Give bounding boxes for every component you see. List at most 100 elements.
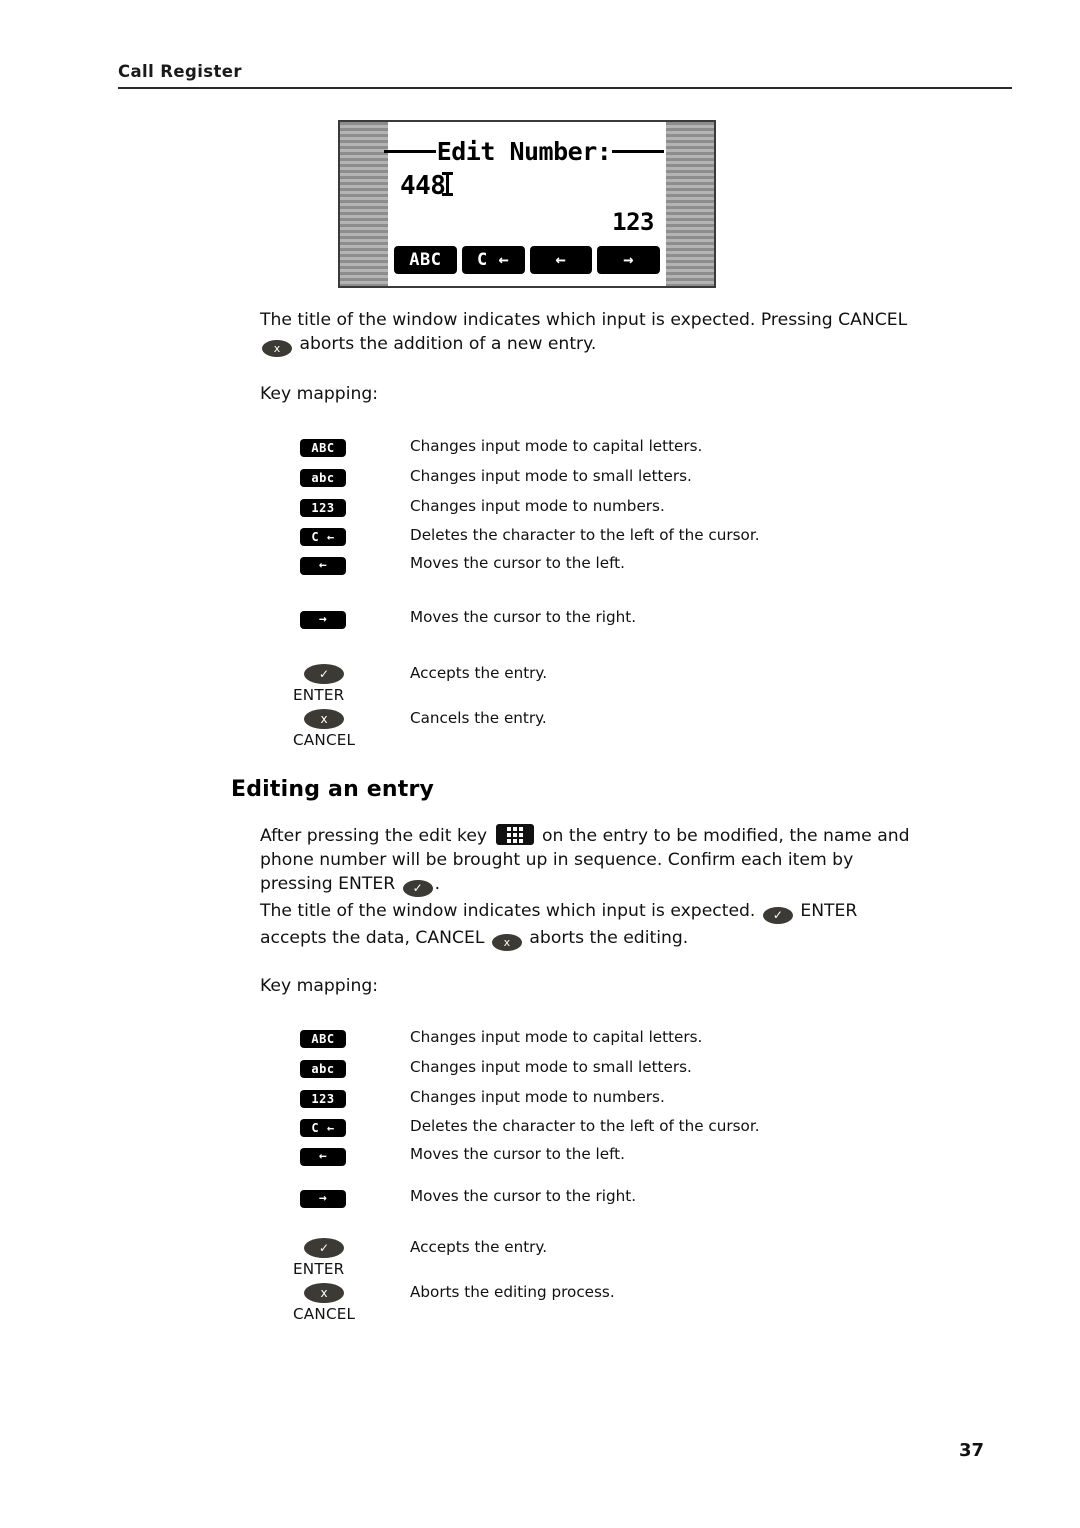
key-description: Moves the cursor to the left. [410, 1145, 625, 1163]
key-arrow-right-icon[interactable]: → [300, 1190, 346, 1208]
key-cell: ✓ ENTER [293, 1237, 410, 1278]
key-description: Cancels the entry. [410, 709, 547, 727]
edit-entry-paragraph-1-text: After pressing the edit key on the entry… [260, 824, 910, 899]
table-row: → Moves the cursor to the right. [300, 607, 920, 629]
key-cell: ✓ ENTER [293, 663, 410, 704]
cancel-key-glyph-2: x [491, 934, 522, 951]
page-header: Call Register [118, 62, 1012, 89]
key-description: Accepts the entry. [410, 664, 548, 682]
key-description: Changes input mode to numbers. [410, 1088, 665, 1106]
key-cell: ← [300, 553, 410, 575]
key-description: Accepts the entry. [410, 1238, 548, 1256]
key-cell: C ← [300, 1116, 410, 1137]
key-123-icon[interactable]: 123 [300, 499, 346, 517]
lcd-display-figure: Edit Number: 448 123 ABC C ← ← → [338, 120, 716, 288]
cancel-key-glyph: x [262, 340, 292, 357]
enter-hardware-key[interactable]: ✓ ENTER [293, 664, 410, 704]
table-row: ✓ ENTER Accepts the entry. [293, 663, 920, 704]
cancel-key-icon: x [262, 335, 292, 359]
cancel-hardware-key[interactable]: x CANCEL [293, 709, 410, 749]
key-abc-lower-icon[interactable]: abc [300, 469, 346, 487]
add-entry-paragraph-part2: aborts the addition of a new entry. [299, 334, 597, 354]
lcd-bezel-left [340, 122, 388, 286]
lcd-title-dash-left [383, 150, 436, 153]
table-row: C ← Deletes the character to the left of… [300, 1116, 920, 1137]
page-number: 37 [958, 1440, 984, 1461]
table-row: 123 Changes input mode to numbers. [300, 1087, 920, 1108]
edit-paragraph2-part3: aborts the editing. [529, 928, 689, 948]
key-cell: ← [300, 1144, 410, 1166]
cancel-key-label: CANCEL [293, 731, 356, 749]
check-icon: ✓ [304, 1238, 344, 1258]
key-arrow-left-icon[interactable]: ← [300, 557, 346, 575]
edit-entry-paragraph-2-text: The title of the window indicates which … [260, 899, 910, 953]
close-icon: x [304, 1283, 344, 1303]
add-entry-paragraph-part1: The title of the window indicates which … [260, 310, 908, 330]
key-123-icon[interactable]: 123 [300, 1090, 346, 1108]
lcd-softkey-cursor-left[interactable]: ← [529, 246, 593, 274]
add-key-mapping-table: ABC Changes input mode to capital letter… [293, 436, 920, 749]
key-abc-icon[interactable]: ABC [300, 439, 346, 457]
key-description: Moves the cursor to the left. [410, 554, 625, 572]
page-title: Call Register [118, 62, 242, 81]
key-cell: → [300, 607, 410, 629]
edit-paragraph1-part1: After pressing the edit key [260, 826, 488, 846]
edit-entry-paragraph-1: After pressing the edit key on the entry… [260, 824, 910, 899]
key-cell: → [300, 1186, 410, 1208]
table-row: abc Changes input mode to small letters. [300, 1057, 920, 1078]
edit-paragraph1-part3: . [434, 874, 441, 894]
lcd-softkey-cursor-right[interactable]: → [597, 246, 660, 274]
table-row: x CANCEL Cancels the entry. [293, 708, 920, 749]
key-arrow-right-icon[interactable]: → [300, 611, 346, 629]
edit-key-mapping-label: Key mapping: [260, 976, 379, 996]
key-description: Changes input mode to small letters. [410, 467, 692, 485]
enter-key-icon: ✓ [402, 875, 433, 899]
lcd-softkey-backspace[interactable]: C ← [461, 246, 525, 274]
table-row: x CANCEL Aborts the editing process. [293, 1282, 920, 1323]
key-backspace-icon[interactable]: C ← [300, 528, 346, 546]
key-cell: 123 [300, 1087, 410, 1108]
lcd-screen: Edit Number: 448 123 ABC C ← ← → [383, 122, 666, 286]
key-description: Changes input mode to small letters. [410, 1058, 692, 1076]
key-cell: ABC [300, 436, 410, 457]
key-abc-lower-icon[interactable]: abc [300, 1060, 346, 1078]
cancel-key-label: CANCEL [293, 1305, 356, 1323]
text-cursor-icon [442, 172, 454, 196]
table-row: ABC Changes input mode to capital letter… [300, 436, 920, 457]
cancel-hardware-key[interactable]: x CANCEL [293, 1283, 410, 1323]
lcd-title-bar: Edit Number: [383, 137, 665, 166]
key-cell: x CANCEL [293, 1282, 410, 1323]
key-description: Moves the cursor to the right. [410, 608, 637, 626]
lcd-softkey-abc[interactable]: ABC [394, 246, 457, 274]
header-rule [118, 87, 1012, 89]
enter-hardware-key[interactable]: ✓ ENTER [293, 1238, 410, 1278]
key-backspace-icon[interactable]: C ← [300, 1119, 346, 1137]
table-row: → Moves the cursor to the right. [300, 1186, 920, 1208]
key-cell: x CANCEL [293, 708, 410, 749]
lcd-input-mode-indicator: 123 [612, 208, 654, 236]
enter-key-glyph-2: ✓ [762, 907, 793, 924]
key-description: Changes input mode to numbers. [410, 497, 665, 515]
key-cell: abc [300, 466, 410, 487]
lcd-softkey-bar: ABC C ← ← → [394, 246, 660, 274]
key-arrow-left-icon[interactable]: ← [300, 1148, 346, 1166]
key-description: Changes input mode to capital letters. [410, 437, 703, 455]
key-description: Aborts the editing process. [410, 1283, 615, 1301]
key-description: Deletes the character to the left of the… [410, 1117, 760, 1135]
lcd-bezel-right [666, 122, 714, 286]
table-row: ← Moves the cursor to the left. [300, 553, 920, 575]
table-row: C ← Deletes the character to the left of… [300, 525, 920, 546]
add-key-mapping-label: Key mapping: [260, 384, 379, 404]
key-cell: ABC [300, 1027, 410, 1048]
key-abc-icon[interactable]: ABC [300, 1030, 346, 1048]
add-entry-paragraph-text: The title of the window indicates which … [260, 308, 910, 359]
enter-key-glyph: ✓ [402, 880, 433, 897]
edit-entry-paragraph-2: The title of the window indicates which … [260, 899, 910, 953]
table-row: ✓ ENTER Accepts the entry. [293, 1237, 920, 1278]
keypad-edit-key-icon [495, 824, 534, 845]
key-description: Changes input mode to capital letters. [410, 1028, 703, 1046]
lcd-title-text: Edit Number: [436, 137, 612, 166]
table-row: ABC Changes input mode to capital letter… [300, 1027, 920, 1048]
enter-key-label: ENTER [293, 686, 345, 704]
enter-key-label: ENTER [293, 1260, 345, 1278]
